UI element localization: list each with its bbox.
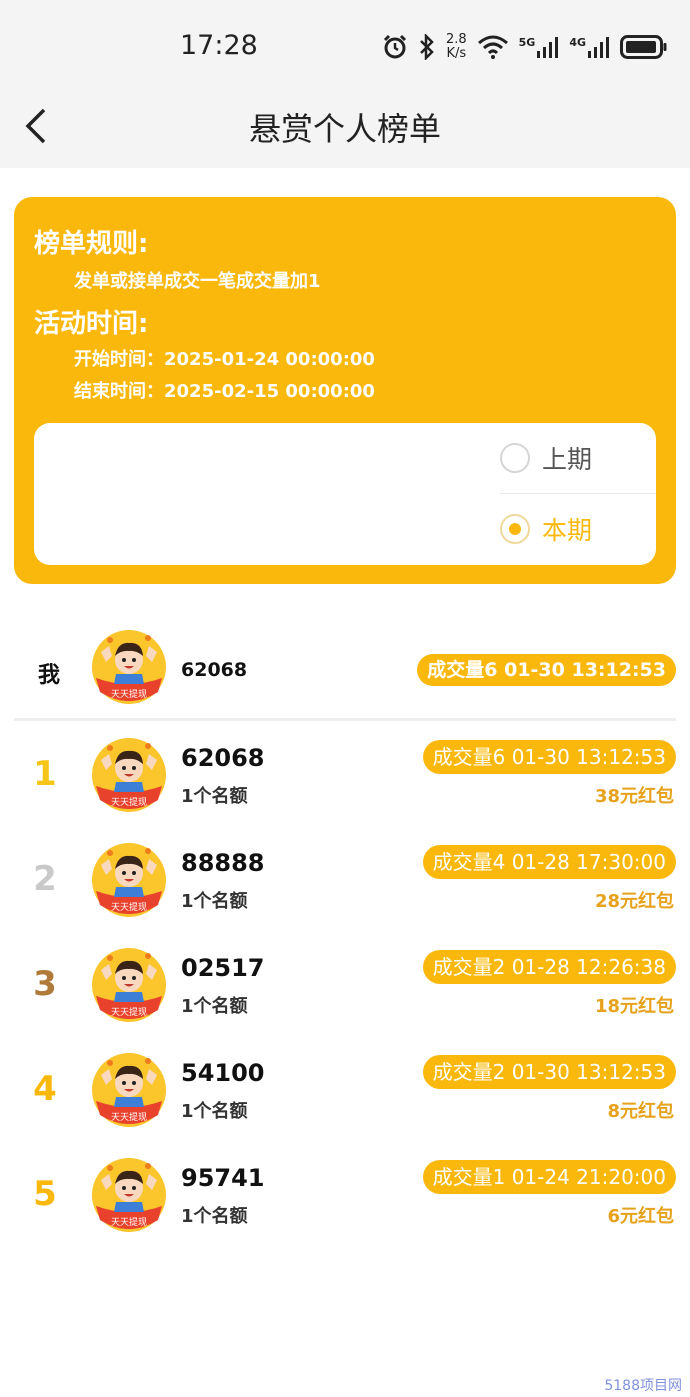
signal-4g: 4G [569, 36, 610, 58]
end-time: 结束时间：2025-02-15 00:00:00 [74, 381, 375, 402]
signal-icon [537, 37, 559, 58]
my-rank-row[interactable]: 我 天天提现 62068 成交量6 01-30 13:12:53 [0, 620, 690, 720]
rules-card: 榜单规则: 发单或接单成交一笔成交量加1 活动时间: 开始时间：2025-01-… [14, 197, 676, 584]
quota: 1个名额 [181, 786, 248, 807]
reward: 8元红包 [607, 1101, 674, 1122]
avatar-caption: 天天提现 [110, 1113, 147, 1123]
rules-heading: 榜单规则: [34, 229, 149, 259]
battery-icon [620, 35, 667, 59]
ranking-row[interactable]: 3 天天提现 02517 1个名额 成交量2 01-28 12:26:38 18元红包 [0, 938, 690, 1038]
user-id: 88888 [181, 849, 265, 877]
nav-bar: 悬赏个人榜单 [0, 90, 690, 168]
period-option-current[interactable]: 本期 [500, 494, 656, 564]
avatar: 天天提现 [88, 944, 170, 1026]
radio-current[interactable] [500, 514, 530, 544]
ranking-row[interactable]: 2 天天提现 88888 1个名额 成交量4 01-28 17:30:00 28元红包 [0, 833, 690, 933]
avatar-caption: 天天提现 [110, 1218, 147, 1228]
ranking-row[interactable]: 1 天天提现 62068 1个名额 成交量6 01-30 13:12:53 38元红包 [0, 728, 690, 828]
signal1-label: 5G [518, 36, 536, 49]
watermark: 5188项目网 [604, 1378, 682, 1394]
avatar-caption: 天天提现 [110, 690, 147, 700]
signal2-label: 4G [569, 36, 586, 49]
rank-number: 4 [33, 1069, 57, 1109]
period-option-previous[interactable]: 上期 [500, 423, 656, 493]
avatar-caption: 天天提现 [110, 798, 147, 808]
stats-badge: 成交量1 01-24 21:20:00 [422, 1160, 676, 1194]
wifi-icon [477, 35, 508, 59]
reward: 38元红包 [594, 786, 674, 807]
reward: 6元红包 [607, 1206, 674, 1227]
avatar-caption: 天天提现 [110, 1008, 147, 1018]
bluetooth-icon [420, 34, 434, 60]
signal-icon-2 [588, 37, 609, 58]
net-speed: 2.8 K/s [446, 33, 467, 61]
avatar-caption: 天天提现 [110, 903, 147, 913]
rank-number: 1 [33, 754, 57, 794]
user-id: 02517 [181, 954, 265, 982]
net-speed-value: 2.8 [445, 32, 467, 47]
quota: 1个名额 [181, 1101, 248, 1122]
quota: 1个名额 [181, 1206, 248, 1227]
me-label: 我 [38, 663, 61, 688]
user-id: 95741 [181, 1164, 265, 1192]
stats-badge: 成交量2 01-28 12:26:38 [422, 950, 676, 984]
rank-number: 3 [33, 964, 57, 1004]
reward: 18元红包 [594, 996, 674, 1017]
rank-number: 5 [33, 1174, 57, 1214]
status-time: 17:28 [180, 30, 258, 61]
avatar: 天天提现 [88, 1049, 170, 1131]
page-title: 悬赏个人榜单 [248, 110, 441, 148]
avatar: 天天提现 [88, 1154, 170, 1236]
quota: 1个名额 [181, 996, 248, 1017]
reward: 28元红包 [594, 891, 674, 912]
rules-text: 发单或接单成交一笔成交量加1 [74, 271, 321, 292]
status-icons: 2.8 K/s 5G 4G [382, 30, 668, 64]
period-label-current: 本期 [542, 516, 593, 545]
rank-number: 2 [33, 859, 57, 899]
radio-previous[interactable] [500, 443, 530, 473]
user-id: 62068 [181, 744, 265, 772]
stats-badge: 成交量4 01-28 17:30:00 [422, 845, 676, 879]
net-speed-unit: K/s [446, 46, 467, 61]
me-divider [14, 718, 676, 721]
avatar: 天天提现 [88, 626, 170, 708]
my-user-id: 62068 [181, 659, 248, 681]
my-stats-badge: 成交量6 01-30 13:12:53 [417, 654, 676, 686]
period-selector: 上期 本期 [34, 423, 656, 565]
period-label-previous: 上期 [542, 445, 593, 474]
time-heading: 活动时间: [34, 309, 149, 339]
user-id: 54100 [181, 1059, 265, 1087]
start-time: 开始时间：2025-01-24 00:00:00 [74, 349, 375, 370]
avatar: 天天提现 [88, 734, 170, 816]
signal-5g: 5G [519, 36, 560, 58]
ranking-row[interactable]: 5 天天提现 95741 1个名额 成交量1 01-24 21:20:00 6元红包 [0, 1148, 690, 1248]
status-bar: 17:28 2.8 K/s 5G 4G [0, 0, 690, 90]
ranking-row[interactable]: 4 天天提现 54100 1个名额 成交量2 01-30 13:12:53 8元红包 [0, 1043, 690, 1143]
stats-badge: 成交量2 01-30 13:12:53 [422, 1055, 676, 1089]
avatar: 天天提现 [88, 839, 170, 921]
stats-badge: 成交量6 01-30 13:12:53 [422, 740, 676, 774]
alarm-icon [383, 34, 406, 59]
quota: 1个名额 [181, 891, 248, 912]
